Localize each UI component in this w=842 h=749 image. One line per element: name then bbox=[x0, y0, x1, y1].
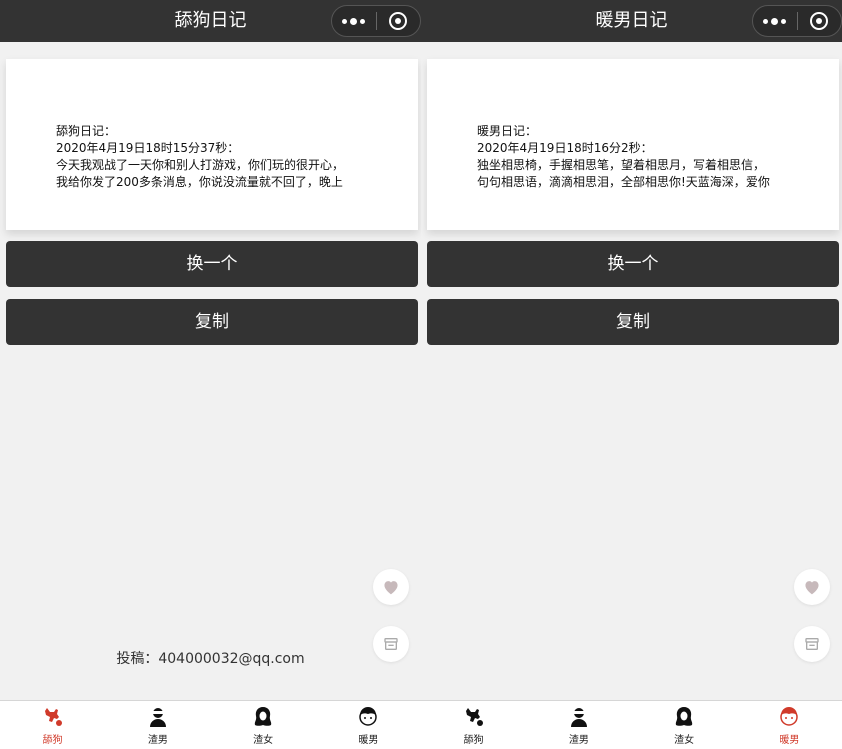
target-icon bbox=[389, 12, 408, 30]
dot-icon bbox=[781, 18, 787, 24]
tab-bar: 舔狗 渣男 渣女 暖男 bbox=[421, 700, 842, 749]
dot-icon bbox=[342, 18, 348, 24]
tab-tiangou[interactable]: 舔狗 bbox=[421, 701, 526, 749]
close-miniprogram-button[interactable] bbox=[798, 12, 842, 30]
close-miniprogram-button[interactable] bbox=[377, 12, 421, 30]
tab-zhanan[interactable]: 渣男 bbox=[526, 701, 631, 749]
dot-icon bbox=[350, 17, 358, 25]
favorite-button[interactable] bbox=[794, 569, 830, 605]
heart-icon bbox=[805, 581, 819, 595]
tab-label: 渣女 bbox=[674, 735, 695, 746]
navigation-bar: 舔狗日记 bbox=[0, 0, 421, 42]
boy-icon bbox=[359, 707, 378, 726]
favorite-button[interactable] bbox=[373, 569, 409, 605]
boy-icon bbox=[780, 707, 799, 726]
navigation-bar: 暖男日记 bbox=[421, 0, 842, 42]
store-icon bbox=[805, 638, 819, 650]
tab-bar: 舔狗 渣男 渣女 暖男 bbox=[0, 700, 421, 749]
diary-card: 舔狗日记： 2020年4月19日18时15分37秒： 今天我观战了一天你和别人打… bbox=[6, 59, 418, 230]
woman-icon bbox=[254, 707, 272, 726]
dot-icon bbox=[771, 17, 779, 25]
contribute-email: 投稿：404000032@qq.com bbox=[116, 651, 305, 667]
copy-button[interactable]: 复制 bbox=[427, 299, 839, 345]
menu-capsule bbox=[752, 5, 842, 37]
change-button[interactable]: 换一个 bbox=[6, 241, 418, 287]
man-icon bbox=[570, 708, 587, 727]
diary-line: 我给你发了200多条消息，你说没流量就不回了，晚上 bbox=[56, 175, 343, 189]
tab-nuannan[interactable]: 暖男 bbox=[316, 701, 421, 749]
store-button[interactable] bbox=[794, 626, 830, 662]
screen-right: 暖男日记 暖男日记： 2020年4月19日18时16分2秒： 独坐相思椅，手握相… bbox=[421, 0, 842, 749]
menu-capsule bbox=[331, 5, 421, 37]
heart-icon bbox=[384, 581, 398, 595]
dog-icon bbox=[44, 708, 62, 726]
more-menu-button[interactable] bbox=[753, 17, 797, 25]
tab-zhanv[interactable]: 渣女 bbox=[211, 701, 316, 749]
diary-line: 今天我观战了一天你和别人打游戏，你们玩的很开心， bbox=[56, 158, 345, 172]
diary-line: 舔狗日记： bbox=[56, 124, 117, 138]
diary-card: 暖男日记： 2020年4月19日18时16分2秒： 独坐相思椅，手握相思笔，望着… bbox=[427, 59, 839, 230]
screen-left: 舔狗日记 舔狗日记： 2020年4月19日18时15分37秒： 今天我观战了一天… bbox=[0, 0, 421, 749]
dot-icon bbox=[763, 18, 769, 24]
diary-line: 独坐相思椅，手握相思笔，望着相思月，写着相思信， bbox=[477, 158, 766, 172]
copy-button[interactable]: 复制 bbox=[6, 299, 418, 345]
contribute-text: 投稿：404000032@qq.com bbox=[0, 648, 421, 668]
woman-icon bbox=[675, 707, 693, 726]
dot-icon bbox=[360, 18, 366, 24]
screens: 舔狗日记 舔狗日记： 2020年4月19日18时15分37秒： 今天我观战了一天… bbox=[0, 0, 842, 749]
tab-label: 渣女 bbox=[253, 735, 274, 746]
diary-line: 暖男日记： bbox=[477, 124, 538, 138]
more-menu-button[interactable] bbox=[332, 17, 376, 25]
tab-label: 暖男 bbox=[358, 735, 379, 746]
tab-label: 舔狗 bbox=[463, 735, 484, 746]
tab-label: 渣男 bbox=[147, 735, 168, 746]
target-icon bbox=[810, 12, 829, 30]
tab-nuannan[interactable]: 暖男 bbox=[737, 701, 842, 749]
tab-label: 渣男 bbox=[568, 735, 589, 746]
tab-tiangou[interactable]: 舔狗 bbox=[0, 701, 105, 749]
diary-line: 2020年4月19日18时15分37秒： bbox=[56, 141, 240, 155]
change-button[interactable]: 换一个 bbox=[427, 241, 839, 287]
tab-zhanv[interactable]: 渣女 bbox=[632, 701, 737, 749]
tab-zhanan[interactable]: 渣男 bbox=[105, 701, 210, 749]
diary-line: 句句相思语，滴滴相思泪，全部相思你!天蓝海深，爱你 bbox=[477, 175, 770, 189]
man-icon bbox=[149, 708, 166, 727]
dog-icon bbox=[465, 708, 483, 726]
tab-label: 暖男 bbox=[779, 735, 800, 746]
diary-line: 2020年4月19日18时16分2秒： bbox=[477, 141, 653, 155]
tab-label: 舔狗 bbox=[42, 735, 63, 746]
